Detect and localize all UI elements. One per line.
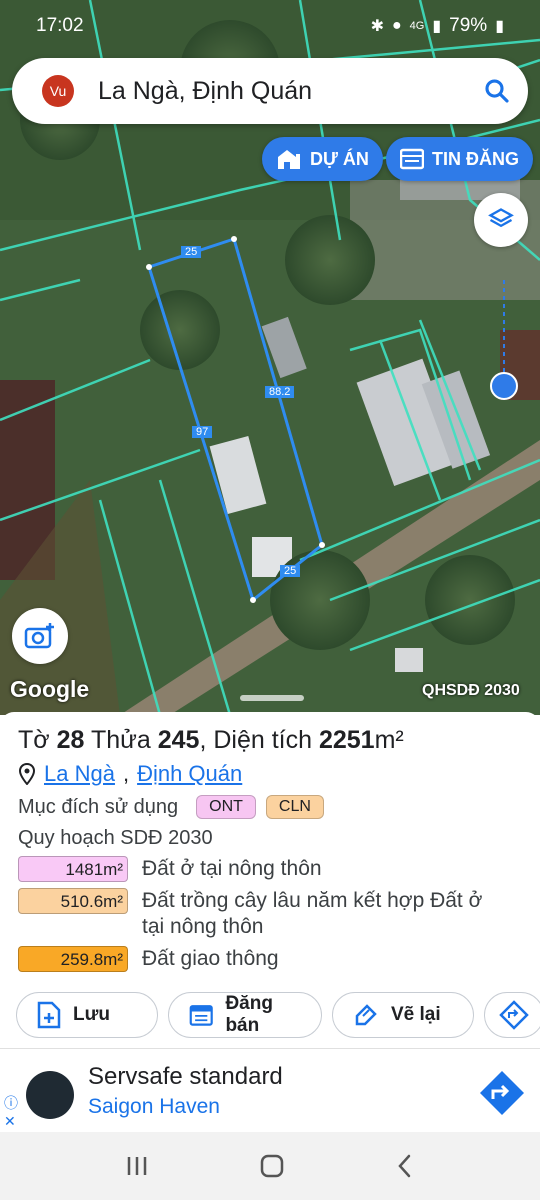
- plan-area: 510.6m²: [18, 888, 128, 914]
- location-icon: ●: [391, 17, 402, 34]
- search-bar[interactable]: Vu La Ngà, Định Quán: [12, 58, 528, 124]
- directions-icon: [499, 1000, 529, 1030]
- purpose-tag-ont: ONT: [196, 795, 256, 819]
- du-an-label: DỰ ÁN: [310, 148, 369, 169]
- ad-choices-icon[interactable]: ⓘ ✕: [4, 1093, 18, 1130]
- camera-icon: [24, 623, 54, 649]
- du-an-button[interactable]: DỰ ÁN: [262, 137, 383, 181]
- back-button[interactable]: [395, 1153, 415, 1179]
- network-type: 4G: [409, 20, 425, 32]
- action-bar: Lưu Đăng bán Vẽ lại: [16, 992, 540, 1038]
- camera-button[interactable]: [12, 608, 68, 664]
- layer-label: QHSDĐ 2030: [422, 682, 520, 699]
- recent-apps-button[interactable]: [125, 1155, 149, 1177]
- save-button[interactable]: Lưu: [16, 992, 158, 1038]
- parcel-title: Tờ 28 Thửa 245, Diện tích 2251m²: [18, 726, 404, 754]
- plan-area: 259.8m²: [18, 946, 128, 972]
- search-input[interactable]: La Ngà, Định Quán: [98, 77, 482, 106]
- edge-label-bottom: 25: [280, 565, 301, 577]
- status-bar: 17:02 ✱ ● 4G ▮ 79% ▮: [0, 0, 540, 52]
- status-time: 17:02: [36, 15, 84, 36]
- layers-button[interactable]: [474, 193, 528, 247]
- plan-label: Quy hoạch SDĐ 2030: [18, 827, 213, 849]
- tin-dang-button[interactable]: TIN ĐĂNG: [386, 137, 533, 181]
- back-icon: [398, 1154, 411, 1178]
- add-file-icon: [37, 1001, 61, 1029]
- district-link[interactable]: Định Quán: [137, 761, 242, 787]
- search-icon[interactable]: [482, 76, 512, 106]
- listing-icon: [400, 148, 424, 170]
- bluetooth-icon: ✱: [370, 18, 384, 35]
- plan-desc: Đất ở tại nông thôn: [142, 857, 322, 880]
- building-icon: [278, 150, 300, 169]
- purpose-tag-cln: CLN: [265, 795, 324, 819]
- ward-link[interactable]: La Ngà: [44, 761, 115, 787]
- google-attribution: Google: [10, 676, 90, 702]
- sell-button[interactable]: Đăng bán: [168, 992, 322, 1038]
- home-button[interactable]: [259, 1153, 285, 1179]
- redraw-button[interactable]: Vẽ lại: [332, 992, 474, 1038]
- edge-label-left: 97: [192, 426, 213, 438]
- ad-advertiser[interactable]: Saigon Haven: [88, 1095, 220, 1119]
- plan-desc: Đất giao thông: [142, 947, 279, 970]
- edge-label-right: 88.2: [265, 386, 295, 398]
- recent-apps-icon: [127, 1157, 147, 1175]
- advertiser-logo: [26, 1071, 74, 1119]
- signal-icon: ▮: [432, 18, 442, 35]
- plan-desc: Đất trồng cây lâu năm kết hợp Đất ở tại …: [142, 889, 483, 938]
- battery-level: 79%: [449, 15, 488, 36]
- home-icon: [260, 1154, 284, 1178]
- battery-icon: ▮: [495, 18, 504, 35]
- plan-row: 1481m² Đất ở tại nông thôn: [18, 856, 522, 882]
- purpose-row: Mục đích sử dụng ONT CLN: [18, 795, 522, 819]
- plan-row: 259.8m² Đất giao thông: [18, 946, 522, 972]
- directions-button[interactable]: [484, 992, 540, 1038]
- system-nav-bar: [0, 1132, 540, 1200]
- purpose-label: Mục đích sử dụng: [18, 795, 179, 818]
- edge-label-top: 25: [181, 246, 202, 258]
- ad-open-button[interactable]: [478, 1069, 526, 1117]
- plan-area: 1481m²: [18, 856, 128, 882]
- sheet-drag-handle[interactable]: [240, 695, 304, 701]
- location-pin-icon: [18, 763, 36, 785]
- avatar[interactable]: Vu: [42, 75, 74, 107]
- tin-dang-label: TIN ĐĂNG: [432, 148, 519, 169]
- ad-title[interactable]: Servsafe standard: [88, 1063, 283, 1091]
- draw-icon: [355, 1004, 377, 1026]
- parcel-location: La Ngà, Định Quán: [18, 761, 522, 787]
- ad-banner[interactable]: Servsafe standard Saigon Haven ⓘ ✕: [0, 1048, 540, 1132]
- calendar-icon: [189, 1005, 213, 1026]
- layers-icon: [488, 208, 514, 228]
- plan-row: 510.6m² Đất trồng cây lâu năm kết hợp Đấ…: [18, 888, 522, 940]
